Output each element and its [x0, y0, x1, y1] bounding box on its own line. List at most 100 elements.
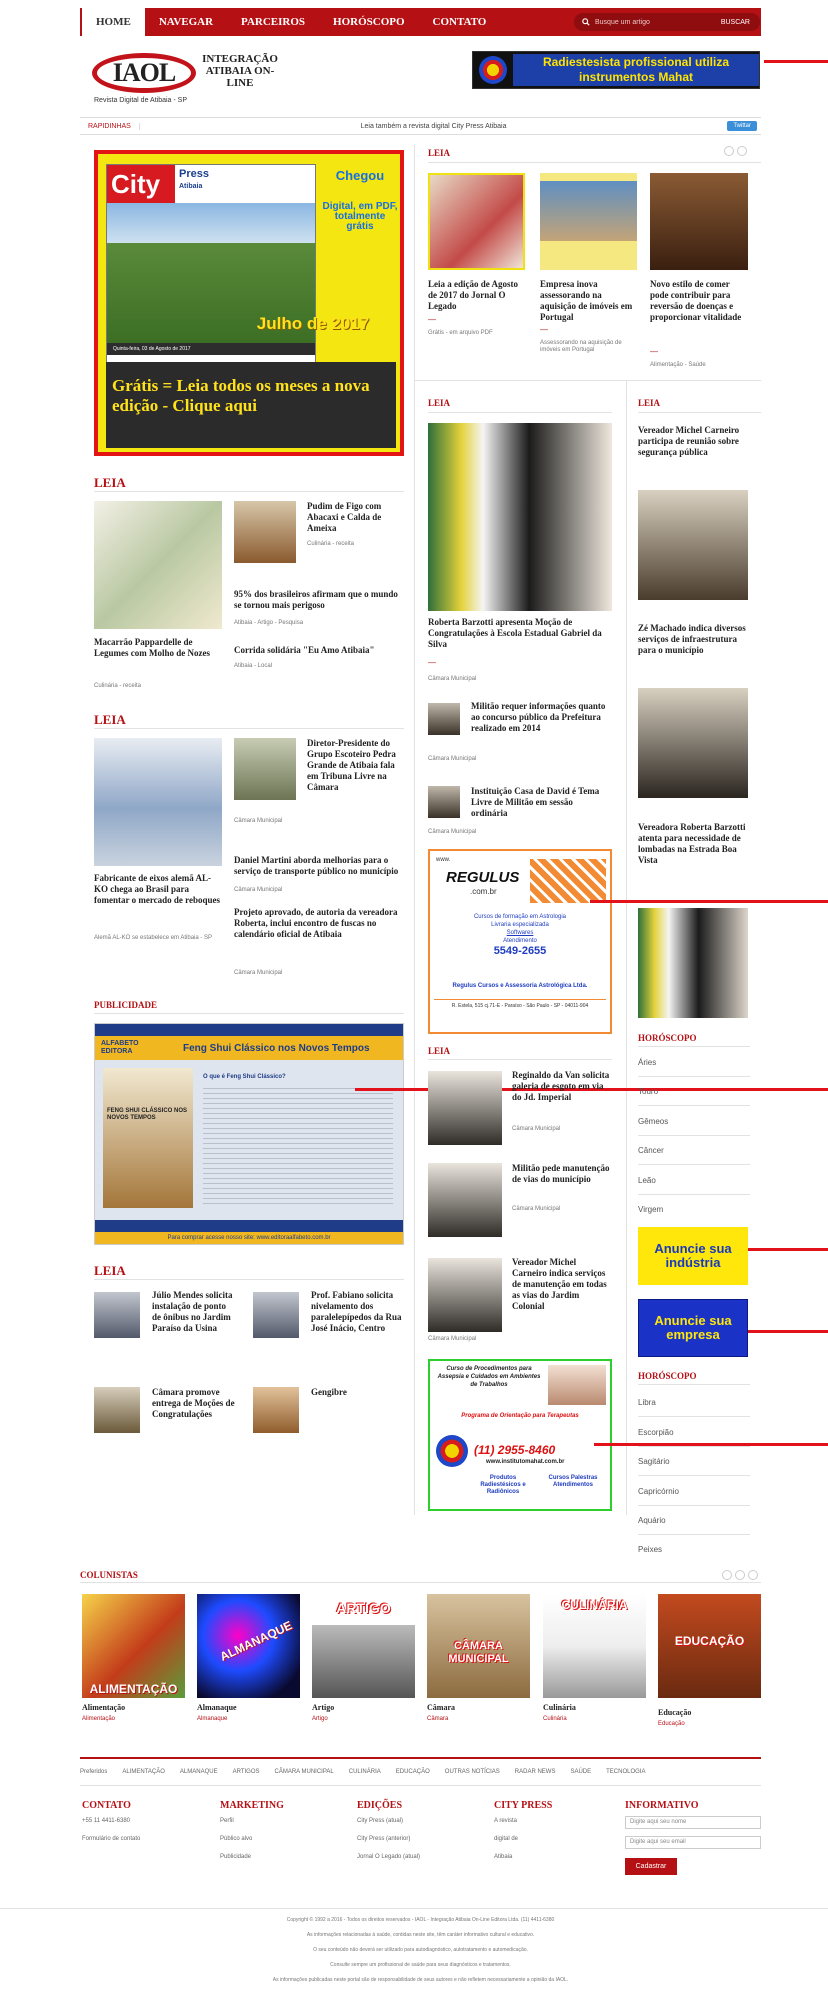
horoscope-item[interactable]: Sagitário — [638, 1457, 670, 1466]
article-thumb[interactable] — [94, 1387, 140, 1433]
jornal-image[interactable] — [428, 173, 525, 270]
footer-link[interactable]: Jornal O Legado (atual) — [357, 1854, 420, 1860]
gengibre-image[interactable] — [253, 1387, 299, 1433]
article-title[interactable]: Vereador Michel Carneiro participa de re… — [638, 425, 756, 458]
article-thumb[interactable] — [94, 1292, 140, 1338]
horoscope-item[interactable]: Escorpião — [638, 1428, 674, 1437]
article-title[interactable]: Júlio Mendes solicita instalação de pont… — [152, 1290, 236, 1334]
pause-icon[interactable] — [748, 1570, 758, 1580]
article-title[interactable]: Diretor-Presidente do Grupo Escoteiro Pe… — [307, 738, 403, 793]
article-thumb[interactable] — [638, 490, 748, 600]
article-title[interactable]: 95% dos brasileiros afirmam que o mundo … — [234, 589, 404, 611]
footer-link[interactable]: Publicidade — [220, 1854, 251, 1860]
alko-image[interactable] — [94, 738, 222, 866]
article-thumb[interactable] — [638, 688, 748, 798]
nav-contato[interactable]: CONTATO — [419, 8, 501, 36]
footer-nav-item[interactable]: Preferidos — [80, 1769, 107, 1775]
escoteiro-image[interactable] — [234, 738, 296, 800]
article-title[interactable]: Corrida solidária "Eu Amo Atibaia" — [234, 645, 404, 656]
colunista-artigo[interactable]: ARTIGO — [312, 1594, 415, 1698]
footer-link[interactable]: City Press (anterior) — [357, 1836, 410, 1842]
article-title[interactable]: Empresa inova assessorando na aquisição … — [540, 279, 637, 323]
colunista-culinaria[interactable]: CULINÁRIA — [543, 1594, 646, 1698]
article-title[interactable]: Pudim de Figo com Abacaxi e Calda de Ame… — [307, 501, 403, 534]
horoscope-item[interactable]: Capricórnio — [638, 1487, 679, 1496]
article-title[interactable]: Vereadora Roberta Barzotti atenta para n… — [638, 822, 756, 866]
site-logo[interactable]: IAOL INTEGRAÇÃO ATIBAIA ON-LINE Revista … — [88, 51, 278, 107]
colunista-title[interactable]: Artigo — [312, 1703, 334, 1712]
cover-cta[interactable]: Grátis = Leia todos os meses a nova ediç… — [112, 376, 392, 416]
colunista-title[interactable]: Alimentação — [82, 1703, 125, 1712]
colunista-alimentacao[interactable]: ALIMENTAÇÃO — [82, 1594, 185, 1698]
footer-nav-item[interactable]: CULINÁRIA — [349, 1769, 381, 1775]
article-title[interactable]: Vereador Michel Carneiro indica serviços… — [512, 1257, 612, 1312]
anuncie-industria-ad[interactable]: Anuncie sua indústria — [638, 1227, 748, 1285]
pasta-image[interactable] — [94, 501, 222, 629]
horoscope-item[interactable]: Touro — [638, 1087, 658, 1096]
pudim-image[interactable] — [234, 501, 296, 563]
footer-nav-item[interactable]: ALMANAQUE — [180, 1769, 218, 1775]
next-arrow-icon[interactable] — [735, 1570, 745, 1580]
colunista-educacao[interactable]: EDUCAÇÃO — [658, 1594, 761, 1698]
footer-nav-item[interactable]: ALIMENTAÇÃO — [122, 1769, 165, 1775]
twitter-button[interactable]: Twittar — [727, 121, 757, 131]
footer-nav-item[interactable]: OUTRAS NOTÍCIAS — [445, 1769, 500, 1775]
prev-arrow-icon[interactable] — [722, 1570, 732, 1580]
colunista-title[interactable]: Câmara — [427, 1703, 455, 1712]
article-title[interactable]: Prof. Fabiano solicita nivelamento dos p… — [311, 1290, 405, 1334]
footer-link[interactable]: +55 11 4411-6380 — [82, 1818, 130, 1824]
horoscope-item[interactable]: Peixes — [638, 1545, 662, 1554]
nav-navegar[interactable]: NAVEGAR — [145, 8, 227, 36]
footer-nav-item[interactable]: EDUCAÇÃO — [396, 1769, 430, 1775]
footer-nav-item[interactable]: CÂMARA MUNICIPAL — [275, 1769, 334, 1775]
article-thumb[interactable] — [428, 1258, 502, 1332]
article-title[interactable]: Fabricante de eixos alemã AL-KO chega ao… — [94, 873, 222, 906]
article-thumb[interactable] — [428, 786, 460, 818]
nav-parceiros[interactable]: PARCEIROS — [227, 8, 319, 36]
roberta-image[interactable] — [428, 423, 612, 611]
colunista-title[interactable]: Almanaque — [197, 1703, 237, 1712]
horoscope-item[interactable]: Câncer — [638, 1146, 664, 1155]
horoscope-item[interactable]: Gêmeos — [638, 1117, 668, 1126]
colunista-almanaque[interactable]: ALMANAQUE — [197, 1594, 300, 1698]
article-title[interactable]: Macarrão Pappardelle de Legumes com Molh… — [94, 637, 222, 659]
colunista-title[interactable]: Culinária — [543, 1703, 576, 1712]
cadastrar-button[interactable]: Cadastrar — [625, 1858, 677, 1875]
article-title[interactable]: Gengibre — [311, 1387, 405, 1398]
top-banner-ad[interactable]: Radiestesista profissional utiliza instr… — [472, 51, 760, 89]
article-title[interactable]: Roberta Barzotti apresenta Moção de Cong… — [428, 617, 612, 650]
article-title[interactable]: Zé Machado indica diversos serviços de i… — [638, 623, 756, 656]
horoscope-item[interactable]: Leão — [638, 1176, 656, 1185]
article-title[interactable]: Instituição Casa de David é Tema Livre d… — [471, 786, 611, 819]
prev-arrow-icon[interactable] — [724, 146, 734, 156]
ticker-text[interactable]: Leia também a revista digital City Press… — [140, 123, 728, 130]
article-title[interactable]: Novo estilo de comer pode contribuir par… — [650, 279, 748, 323]
nav-home[interactable]: HOME — [82, 8, 145, 36]
search-button[interactable]: BUSCAR — [721, 19, 760, 26]
article-thumb[interactable] — [428, 1163, 502, 1237]
alfabeto-ad[interactable]: ALFABETO EDITORA Feng Shui Clássico nos … — [94, 1023, 404, 1245]
article-thumb[interactable] — [428, 1071, 502, 1145]
footer-link[interactable]: Formulário de contato — [82, 1836, 140, 1842]
footer-nav-item[interactable]: ARTIGOS — [233, 1769, 260, 1775]
article-title[interactable]: Projeto aprovado, de autoria da vereador… — [234, 907, 404, 940]
colunista-camara[interactable]: CÂMARA MUNICIPAL — [427, 1594, 530, 1698]
article-title[interactable]: Daniel Martini aborda melhorias para o s… — [234, 855, 404, 877]
horoscope-item[interactable]: Virgem — [638, 1205, 663, 1214]
food-image[interactable] — [650, 173, 748, 270]
footer-nav-item[interactable]: RADAR NEWS — [515, 1769, 556, 1775]
portugal-image[interactable] — [540, 173, 637, 270]
next-arrow-icon[interactable] — [737, 146, 747, 156]
newsletter-name-field[interactable]: Digite aqui seu nome — [625, 1816, 761, 1829]
horoscope-item[interactable]: Aquário — [638, 1516, 666, 1525]
article-title[interactable]: Leia a edição de Agosto de 2017 do Jorna… — [428, 279, 525, 312]
article-title[interactable]: Câmara promove entrega de Moções de Cong… — [152, 1387, 236, 1420]
nav-horoscopo[interactable]: HORÓSCOPO — [319, 8, 419, 36]
footer-nav-item[interactable]: SAÚDE — [570, 1769, 591, 1775]
footer-nav-item[interactable]: TECNOLOGIA — [606, 1769, 645, 1775]
footer-link[interactable]: City Press (atual) — [357, 1818, 403, 1824]
colunista-title[interactable]: Educação — [658, 1708, 691, 1717]
article-thumb[interactable] — [638, 908, 748, 1018]
horoscope-item[interactable]: Áries — [638, 1058, 656, 1067]
mahat-ad[interactable]: Curso de Procedimentos para Assepsia e C… — [428, 1359, 612, 1511]
